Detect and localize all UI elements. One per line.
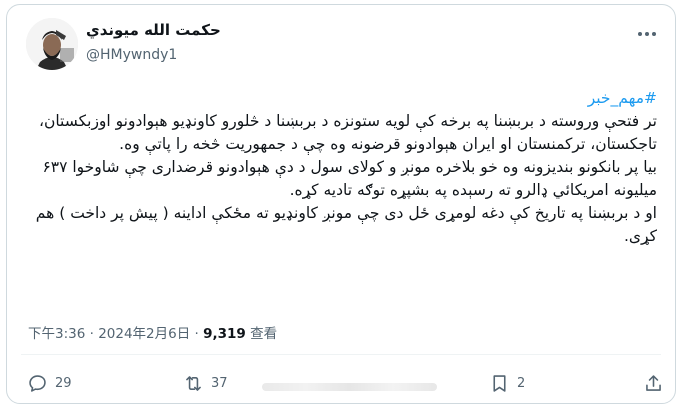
more-options-button[interactable] [635,25,659,43]
more-horizontal-icon [638,32,642,36]
author-handle[interactable]: @HMywndy1 [86,47,177,63]
more-horizontal-icon [652,32,656,36]
reply-count: 29 [55,376,72,391]
more-horizontal-icon [645,32,649,36]
tweet-paragraph: تر فتحې وروسته د بربښنا په برخه کې لویه … [38,112,657,153]
reply-icon [29,375,46,392]
tweet-paragraph: بیا پر بانکونو بندیزونه وه خو بلاخره مون… [42,158,657,199]
tweet-paragraph: او د بربښنا په تاریخ کې دغه لومړی ځل دی … [35,204,657,245]
reply-button[interactable]: 29 [27,373,72,394]
tweet-text: #مهم_خبر تر فتحې وروسته د بربښنا په برخه… [21,87,657,248]
action-bar: 29 37 2 [27,373,661,397]
avatar[interactable] [26,18,78,70]
author-display-name[interactable]: حکمت الله میوندي [86,21,221,39]
tweet-meta: 下午3:36 · 2024年2月6日 · 9,319 查看 [28,322,277,342]
repost-icon [186,376,201,391]
avatar-image [26,18,78,70]
blurred-area [262,383,437,391]
bookmark-button[interactable]: 2 [489,373,525,394]
share-button[interactable] [643,373,664,394]
views-label: 查看 [250,326,278,342]
bookmark-icon [493,375,506,392]
tweet-card: حکمت الله میوندي @HMywndy1 #مهم_خبر تر ف… [6,4,676,404]
meta-separator: · [194,326,199,342]
divider [21,354,661,355]
repost-button[interactable]: 37 [183,373,228,394]
bookmark-count: 2 [517,376,526,391]
timestamp[interactable]: 下午3:36 · 2024年2月6日 [28,326,190,342]
hashtag-link[interactable]: #مهم_خبر [21,87,657,110]
views-count: 9,319 [203,326,246,342]
share-icon [646,375,661,391]
repost-count: 37 [211,376,228,391]
